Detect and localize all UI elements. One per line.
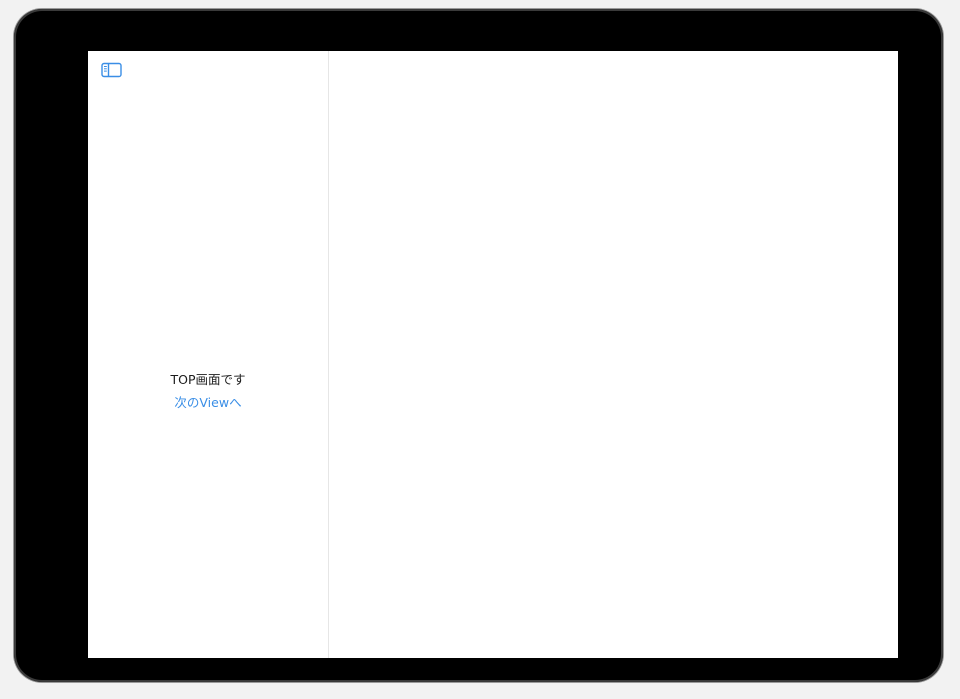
next-view-link[interactable]: 次のViewへ bbox=[174, 395, 241, 411]
sidebar-left-icon bbox=[101, 62, 122, 78]
ipad-device-frame: TOP画面です 次のViewへ bbox=[14, 9, 943, 682]
sidebar-toggle-button[interactable] bbox=[101, 62, 123, 78]
sidebar-panel: TOP画面です 次のViewへ bbox=[88, 51, 329, 658]
page-title: TOP画面です bbox=[170, 372, 246, 387]
app-screen: TOP画面です 次のViewへ bbox=[88, 51, 898, 658]
detail-panel bbox=[329, 51, 898, 658]
top-view-content: TOP画面です 次のViewへ bbox=[88, 372, 328, 411]
